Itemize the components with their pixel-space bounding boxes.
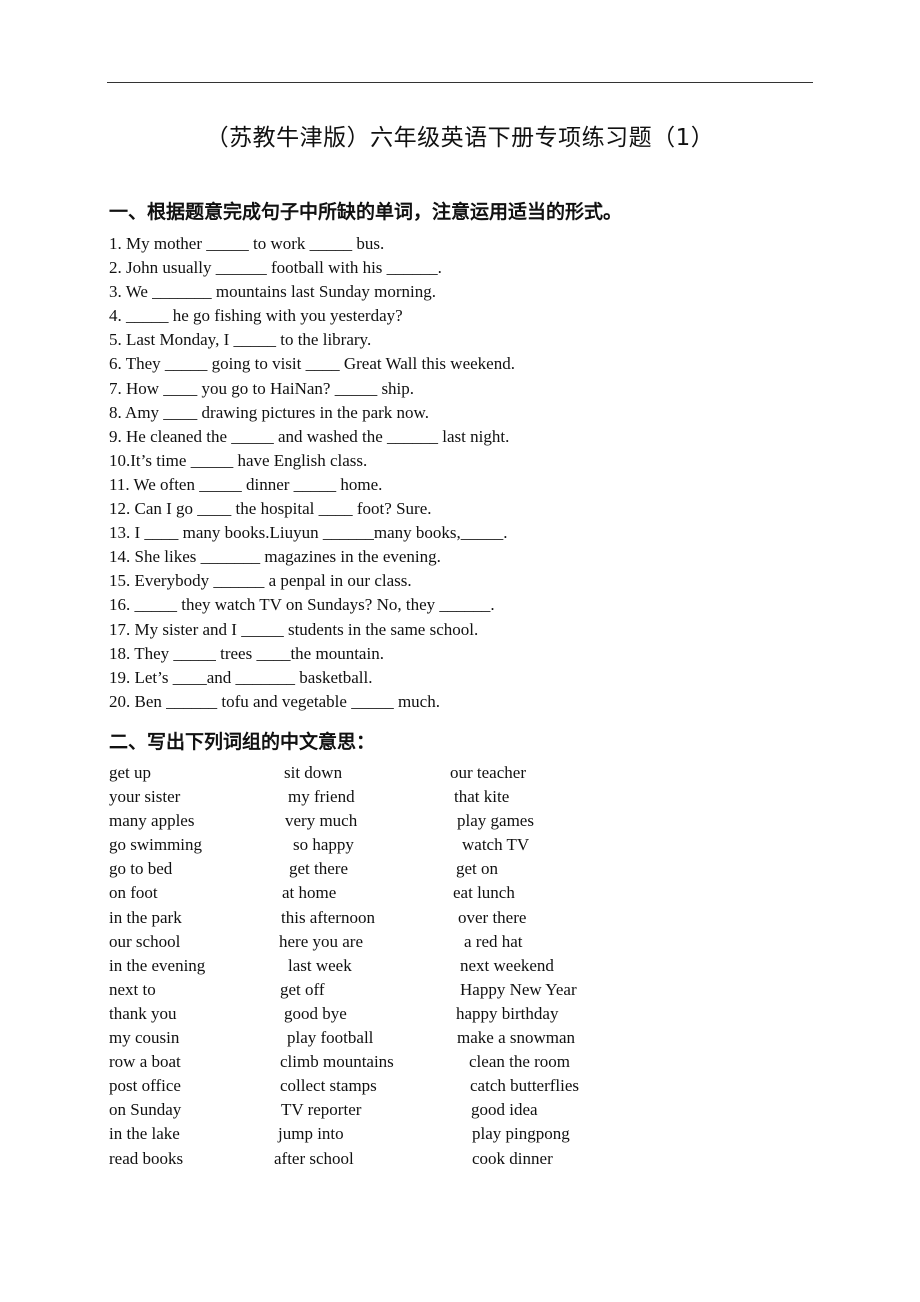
- phrase-item: next to: [109, 979, 156, 999]
- phrase-item: good idea: [471, 1100, 538, 1120]
- phrase-item: make a snowman: [457, 1028, 576, 1048]
- phrase-item: next weekend: [460, 955, 554, 975]
- question-item: 20. Ben ______ tofu and vegetable _____ …: [109, 691, 440, 711]
- question-item: 1. My mother _____ to work _____ bus.: [109, 234, 385, 253]
- question-item: 14. She likes _______ magazines in the e…: [109, 547, 441, 567]
- phrase-item: at home: [282, 883, 337, 903]
- phrase-item: get on: [456, 859, 499, 879]
- phrase-item: post office: [109, 1076, 181, 1096]
- question-item: 16. _____ they watch TV on Sundays? No, …: [109, 595, 495, 615]
- section1-heading: 一、根据题意完成句子中所缺的单词，注意运用适当的形式。: [109, 201, 623, 223]
- phrase-item: go to bed: [109, 859, 173, 879]
- phrase-item: our teacher: [450, 763, 526, 782]
- phrase-item: very much: [285, 811, 358, 831]
- phrase-item: play pingpong: [472, 1124, 570, 1144]
- question-item: 17. My sister and I _____ students in th…: [109, 619, 479, 639]
- phrase-item: catch butterflies: [470, 1076, 580, 1096]
- question-item: 18. They _____ trees ____the mountain.: [109, 643, 384, 663]
- question-item: 9. He cleaned the _____ and washed the _…: [109, 426, 510, 446]
- phrase-item: get off: [280, 979, 325, 999]
- phrase-item: climb mountains: [280, 1052, 394, 1072]
- phrase-item: last week: [288, 955, 352, 975]
- phrase-item: sit down: [284, 763, 343, 782]
- section2-heading: 二、写出下列词组的中文意思：: [109, 731, 376, 753]
- phrase-item: a red hat: [464, 931, 523, 951]
- phrase-item: get up: [109, 763, 152, 782]
- phrase-item: play games: [457, 811, 534, 831]
- phrase-item: in the evening: [109, 955, 206, 975]
- phrase-item: here you are: [279, 931, 364, 951]
- phrase-item: watch TV: [462, 835, 530, 855]
- phrase-item: jump into: [278, 1124, 344, 1144]
- phrase-item: on foot: [109, 883, 158, 903]
- phrase-item: this afternoon: [281, 907, 375, 927]
- question-item: 13. I ____ many books.Liuyun ______many …: [109, 523, 508, 543]
- phrase-item: thank you: [109, 1003, 177, 1023]
- question-item: 4. _____ he go fishing with you yesterda…: [109, 306, 403, 326]
- phrase-item: so happy: [293, 835, 354, 855]
- phrase-item: Happy New Year: [460, 979, 577, 999]
- phrase-item: on Sunday: [109, 1100, 182, 1120]
- phrase-item: row a boat: [109, 1052, 181, 1072]
- question-item: 5. Last Monday, I _____ to the library.: [109, 330, 372, 350]
- header-rule: [107, 82, 813, 83]
- phrase-item: in the park: [109, 907, 182, 927]
- question-item: 15. Everybody ______ a penpal in our cla…: [109, 571, 412, 591]
- phrase-item: read books: [109, 1148, 184, 1168]
- question-item: 11. We often _____ dinner _____ home.: [109, 474, 383, 494]
- phrase-item: get there: [289, 859, 348, 879]
- question-item: 12. Can I go ____ the hospital ____ foot…: [109, 499, 432, 519]
- phrase-item: collect stamps: [280, 1076, 377, 1096]
- question-list: 1. My mother _____ to work _____ bus. 2. …: [109, 232, 515, 714]
- phrase-item: over there: [458, 907, 527, 927]
- phrase-item: go swimming: [109, 835, 203, 855]
- phrase-item: your sister: [109, 787, 181, 807]
- question-item: 3. We _______ mountains last Sunday morn…: [109, 282, 436, 302]
- phrase-item: my friend: [288, 787, 355, 807]
- question-item: 19. Let’s ____and _______ basketball.: [109, 667, 373, 687]
- phrase-item: clean the room: [469, 1052, 571, 1072]
- question-item: 2. John usually ______ football with his…: [109, 258, 442, 278]
- question-item: 6. They _____ going to visit ____ Great …: [109, 354, 515, 374]
- question-item: 7. How ____ you go to HaiNan? _____ ship…: [109, 378, 415, 398]
- phrase-item: cook dinner: [472, 1148, 553, 1168]
- phrase-item: my cousin: [109, 1028, 180, 1048]
- question-item: 10.It’s time _____ have English class.: [109, 450, 368, 470]
- phrase-item: TV reporter: [281, 1100, 362, 1120]
- phrase-item: eat lunch: [453, 883, 515, 903]
- phrase-item: good bye: [284, 1003, 347, 1023]
- phrase-item: happy birthday: [456, 1003, 559, 1023]
- document-title: （苏教牛津版）六年级英语下册专项练习题（1）: [205, 125, 715, 151]
- phrase-item: in the lake: [109, 1124, 180, 1144]
- phrase-item: many apples: [109, 811, 195, 831]
- question-item: 8. Amy ____ drawing pictures in the park…: [109, 402, 429, 422]
- phrase-item: after school: [274, 1148, 354, 1168]
- phrase-item: play football: [287, 1028, 374, 1048]
- phrase-item: that kite: [454, 787, 510, 807]
- phrase-item: our school: [109, 931, 181, 951]
